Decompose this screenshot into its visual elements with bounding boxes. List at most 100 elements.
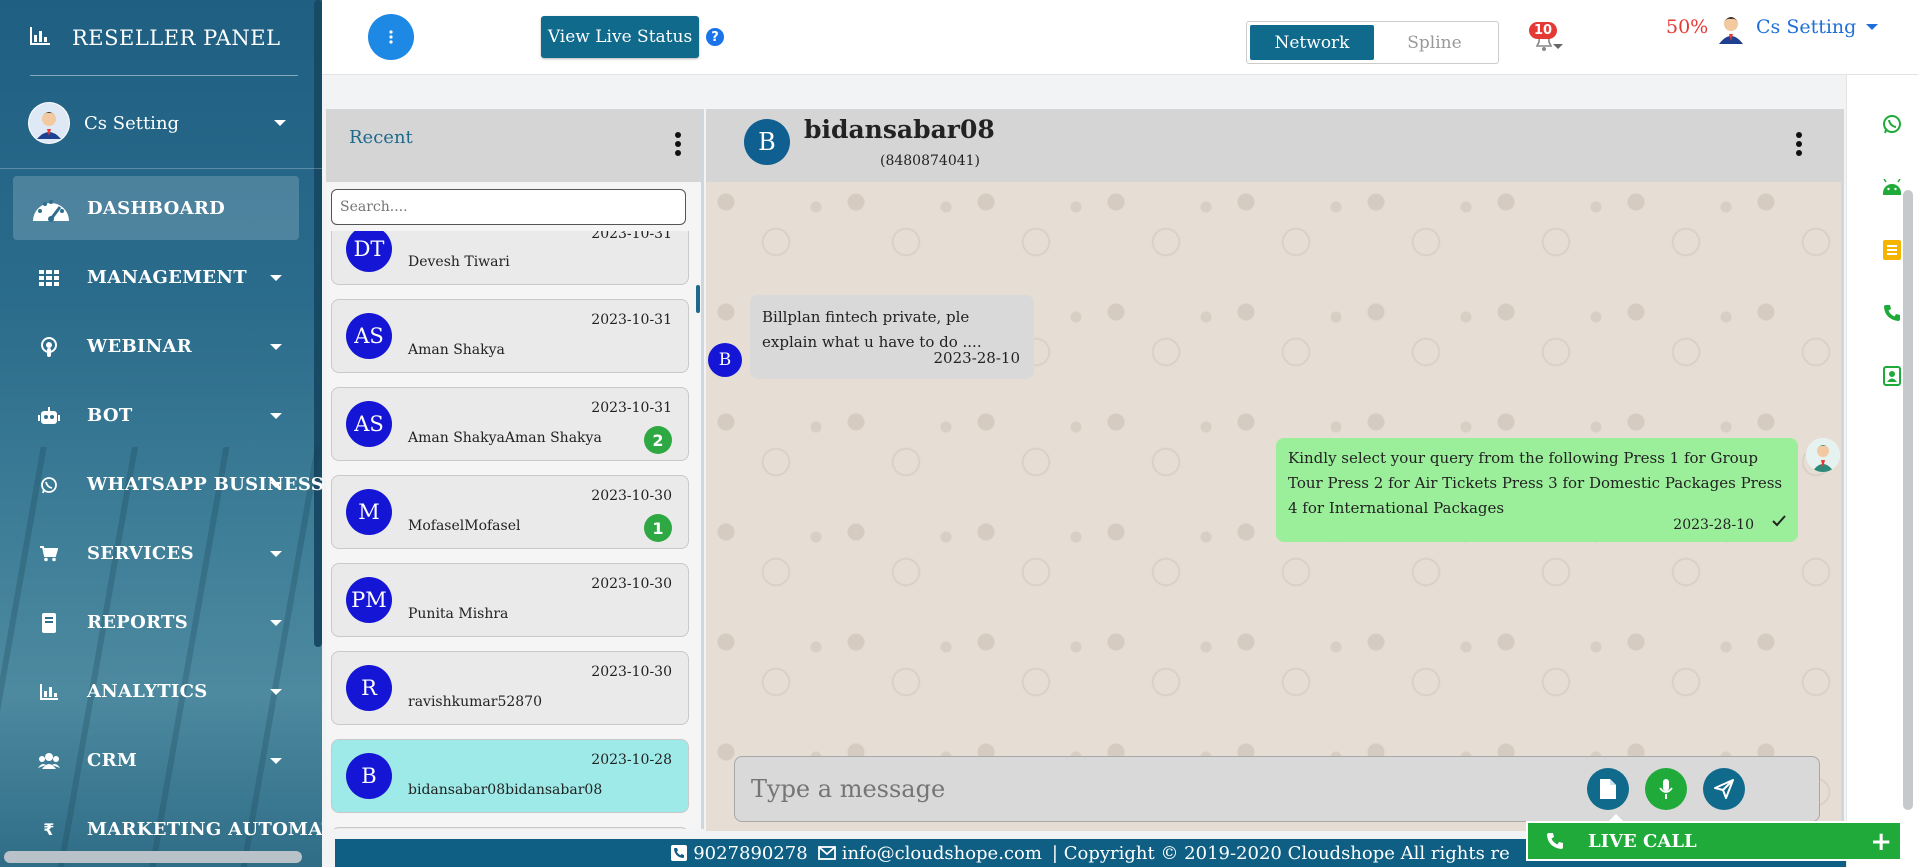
- contact-date: 2023-10-30: [591, 576, 672, 592]
- chevron-down-icon: [1866, 24, 1879, 30]
- list-item[interactable]: AS Aman ShakyaAman Shakya 2023-10-31 2: [331, 387, 689, 461]
- avatar: DT: [346, 231, 392, 272]
- user-menu[interactable]: Cs Setting: [1756, 16, 1879, 38]
- avatar: R: [346, 665, 392, 711]
- chevron-down-icon: [270, 481, 282, 488]
- voice-record-button[interactable]: [1645, 768, 1687, 810]
- notch: [1608, 814, 1624, 822]
- list-item[interactable]: DT Devesh Tiwari 2023-10-31: [331, 231, 689, 285]
- podcast-icon: [38, 336, 60, 358]
- notifications-button[interactable]: 10: [1525, 22, 1565, 56]
- toggle-network[interactable]: Network: [1250, 25, 1374, 60]
- view-live-status-button[interactable]: View Live Status: [541, 16, 699, 58]
- contact-card-icon[interactable]: [1881, 365, 1903, 387]
- sidebar-user-menu[interactable]: Cs Setting: [28, 102, 286, 144]
- incoming-message: Billplan fintech private, ple explain wh…: [750, 295, 1034, 379]
- chart-type-toggle: Network Spline: [1246, 21, 1499, 64]
- sidebar-item-label: DASHBOARD: [87, 197, 226, 219]
- message-input[interactable]: [751, 771, 1551, 807]
- avatar: B: [708, 343, 742, 377]
- avatar: AS: [346, 401, 392, 447]
- avatar: [1717, 14, 1745, 44]
- contact-date: 2023-10-28: [591, 752, 672, 768]
- kebab-icon[interactable]: [675, 131, 681, 161]
- search-input[interactable]: [331, 189, 686, 225]
- sidebar-item-dashboard[interactable]: DASHBOARD: [13, 176, 299, 240]
- envelope-icon: [817, 846, 836, 860]
- contact-name: MofaselMofasel: [408, 518, 521, 534]
- whatsapp-icon[interactable]: [1881, 113, 1903, 135]
- live-call-button[interactable]: LIVE CALL +: [1526, 814, 1902, 861]
- bar-chart-icon: [30, 27, 50, 49]
- sidebar-item-management[interactable]: MANAGEMENT: [0, 243, 322, 312]
- avatar: AS: [346, 313, 392, 359]
- chat-contact-phone: (8480874041): [880, 153, 980, 169]
- android-icon[interactable]: [1881, 176, 1903, 198]
- sidebar-item-webinar[interactable]: WEBINAR: [0, 312, 322, 381]
- unread-count-badge: 2: [644, 426, 672, 454]
- list-item[interactable]: PM Punita Mishra 2023-10-30: [331, 563, 689, 637]
- sidebar-item-label: ANALYTICS: [87, 681, 208, 702]
- list-item[interactable]: M MofaselMofasel 2023-10-30 1: [331, 475, 689, 549]
- speedometer-icon: [31, 188, 71, 228]
- sidebar-item-label: WEBINAR: [87, 336, 193, 357]
- chevron-down-icon: [270, 688, 282, 695]
- chevron-down-icon: [270, 343, 282, 350]
- footer-copyright: | Copyright © 2019-2020 Cloudshope All r…: [1051, 842, 1510, 864]
- help-icon[interactable]: ?: [706, 28, 724, 46]
- page-scrollbar[interactable]: [1903, 190, 1913, 810]
- sidebar-item-label: WHATSAPP BUSINESS: [87, 474, 322, 495]
- contacts-scrollbar[interactable]: [696, 285, 700, 313]
- list-item[interactable]: B bidansabar08bidansabar08 2023-10-28: [331, 739, 689, 813]
- robot-icon: [38, 405, 60, 427]
- avatar: [1806, 438, 1840, 472]
- contact-date: 2023-10-30: [591, 664, 672, 680]
- contact-date: 2023-10-31: [591, 312, 672, 328]
- unread-count-badge: 1: [644, 514, 672, 542]
- list-item[interactable]: [331, 827, 689, 829]
- microphone-icon: [1659, 779, 1673, 799]
- list-item[interactable]: R ravishkumar52870 2023-10-30: [331, 651, 689, 725]
- sidebar-nav: DASHBOARD MANAGEMENT WEBINAR BOT WHATSAP…: [0, 176, 322, 864]
- sidebar-item-whatsapp-business[interactable]: WHATSAPP BUSINESS: [0, 450, 322, 519]
- divider: [30, 75, 298, 76]
- rupee-icon: ₹: [43, 820, 55, 839]
- send-button[interactable]: [1703, 768, 1745, 810]
- sidebar-horizontal-scrollbar[interactable]: [4, 851, 302, 863]
- brand-title: RESELLER PANEL: [72, 26, 281, 50]
- kebab-icon[interactable]: [1796, 131, 1802, 161]
- topbar: View Live Status ? Network Spline 10 50%…: [322, 0, 1918, 75]
- message-time: 2023-28-10: [1673, 517, 1754, 533]
- profile-completion: 50%: [1666, 16, 1709, 38]
- brand: RESELLER PANEL: [30, 26, 281, 50]
- footer-phone: 9027890278: [671, 843, 808, 864]
- attach-file-button[interactable]: [1587, 768, 1629, 810]
- contact-name: Devesh Tiwari: [408, 254, 510, 270]
- sidebar-item-analytics[interactable]: ANALYTICS: [0, 657, 322, 726]
- avatar: B: [744, 119, 790, 165]
- toggle-spline[interactable]: Spline: [1374, 25, 1495, 60]
- sidebar-item-reports[interactable]: REPORTS: [0, 588, 322, 657]
- contact-date: 2023-10-30: [591, 488, 672, 504]
- footer-email-text[interactable]: info@cloudshope.com: [842, 843, 1042, 864]
- sidebar: RESELLER PANEL Cs Setting DASHBOARD MANA…: [0, 0, 322, 867]
- list-item[interactable]: AS Aman Shakya 2023-10-31: [331, 299, 689, 373]
- sidebar-item-label: CRM: [87, 750, 138, 771]
- kebab-menu-button[interactable]: [368, 14, 414, 60]
- chevron-down-icon: [270, 550, 282, 557]
- file-icon: [1600, 779, 1616, 799]
- plus-icon[interactable]: +: [1870, 827, 1892, 857]
- bar-chart-icon: [38, 681, 60, 703]
- sidebar-item-services[interactable]: SERVICES: [0, 519, 322, 588]
- divider: [0, 168, 322, 169]
- sidebar-item-crm[interactable]: CRM: [0, 726, 322, 795]
- users-icon: [38, 750, 60, 772]
- phone-icon[interactable]: [1881, 302, 1903, 324]
- phone-icon: [671, 845, 688, 861]
- sidebar-item-label: MARKETING AUTOMATION: [87, 819, 322, 840]
- contacts-list: DT Devesh Tiwari 2023-10-31 AS Aman Shak…: [331, 231, 689, 829]
- list-icon[interactable]: [1881, 239, 1903, 261]
- sidebar-item-bot[interactable]: BOT: [0, 381, 322, 450]
- phone-icon: [1547, 833, 1563, 849]
- message-composer: [734, 756, 1820, 822]
